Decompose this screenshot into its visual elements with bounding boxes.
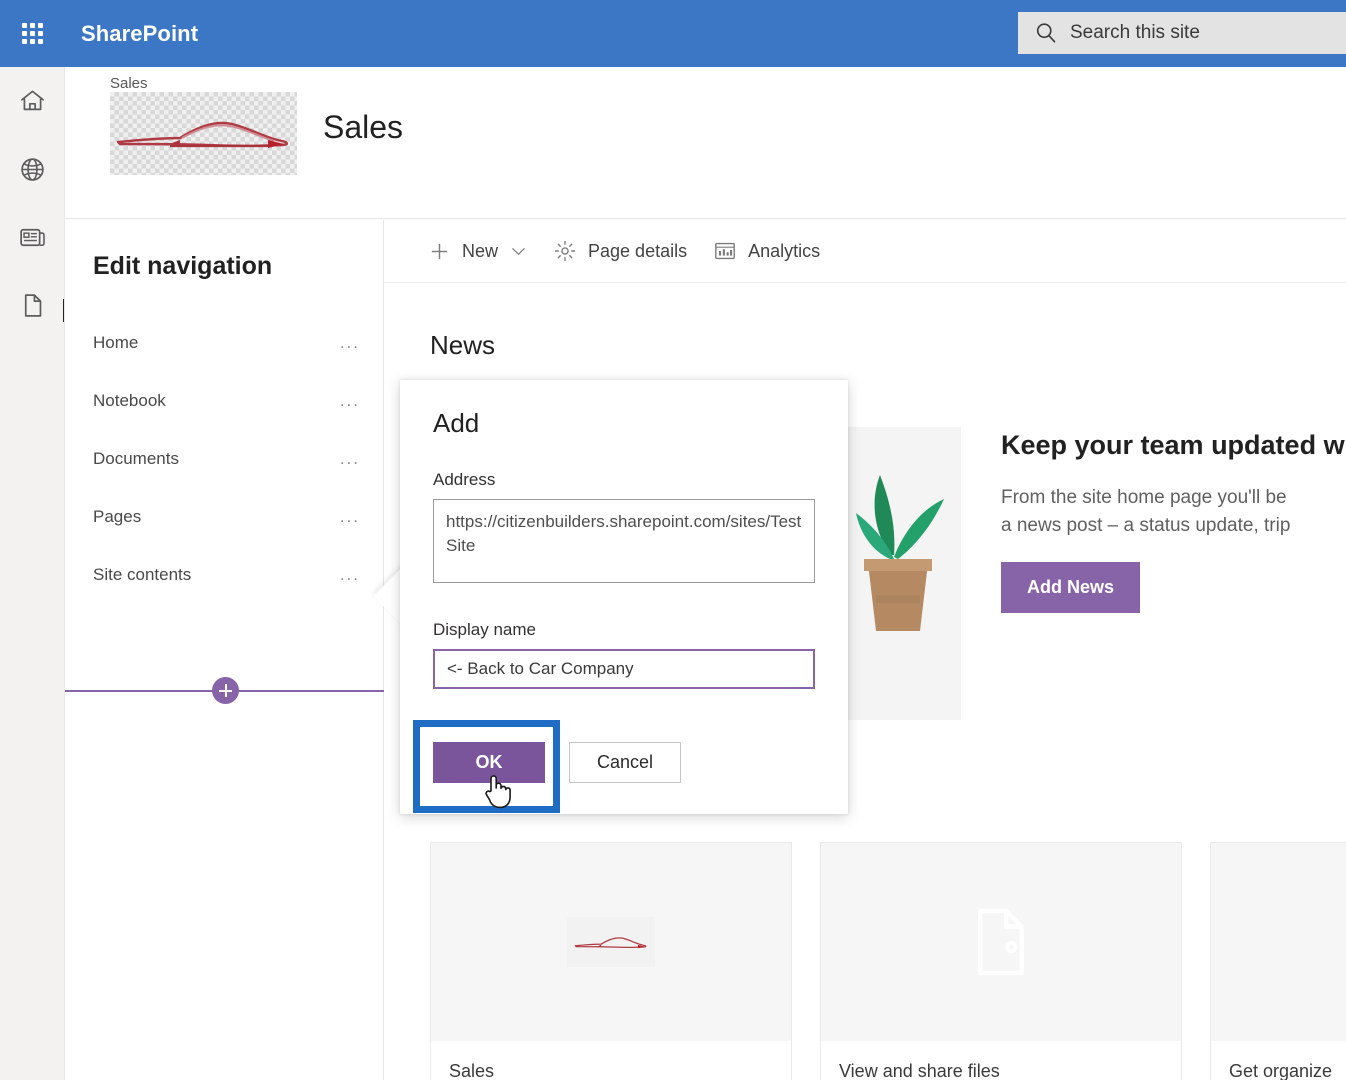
site-logo[interactable] — [110, 92, 297, 175]
plus-icon — [431, 243, 448, 259]
quick-link-card-organize[interactable]: Get organize — [1210, 842, 1346, 1080]
document-icon — [978, 908, 1024, 976]
waffle-grid-glyph — [21, 23, 43, 44]
nav-item-overflow-icon[interactable]: ... — [340, 449, 360, 469]
news-description: From the site home page you'll be a news… — [1001, 484, 1346, 540]
nav-item-label: Home — [93, 333, 139, 352]
search-input[interactable]: Search this site — [1018, 12, 1346, 54]
display-name-label: Display name — [433, 620, 536, 639]
waffle-icon[interactable] — [8, 10, 56, 58]
card-title: Get organize — [1229, 1061, 1333, 1080]
car-logo-icon — [116, 121, 289, 148]
add-link-dialog: Add Address Display name OK Cancel — [400, 380, 848, 814]
cancel-button[interactable]: Cancel — [569, 742, 681, 783]
suite-brand[interactable]: SharePoint — [81, 21, 198, 47]
globe-icon — [21, 157, 44, 181]
text-caret — [63, 299, 64, 322]
nav-item-label: Site contents — [93, 565, 192, 584]
add-news-button[interactable]: Add News — [1001, 562, 1141, 614]
gear-icon — [554, 240, 576, 262]
site-header: Sales Sales — [65, 67, 1346, 219]
site-logo-alt-text: Sales — [110, 75, 148, 92]
news-text-block: Keep your team updated w From the site h… — [1001, 427, 1346, 614]
sidebar-item-home[interactable]: Home ... — [65, 314, 384, 372]
navigation-list: Home ... Notebook ... Documents ... Page… — [65, 314, 384, 704]
address-input[interactable] — [433, 499, 815, 583]
rail-item-globe[interactable] — [0, 135, 65, 203]
analytics-button[interactable]: Analytics — [713, 229, 820, 273]
chevron-down-icon[interactable] — [510, 243, 527, 260]
document-icon — [24, 293, 42, 317]
new-button-label: New — [462, 240, 499, 261]
news-description-line-2: a news post – a status update, trip — [1001, 515, 1291, 537]
nav-item-overflow-icon[interactable]: ... — [340, 333, 360, 353]
rail-item-home[interactable] — [0, 67, 65, 135]
analytics-label: Analytics — [748, 240, 821, 261]
card-thumbnail — [821, 843, 1181, 1041]
sidebar-item-pages[interactable]: Pages ... — [65, 488, 384, 546]
page-details-label: Page details — [588, 240, 688, 261]
nav-item-overflow-icon[interactable]: ... — [340, 507, 360, 527]
news-icon — [20, 228, 45, 246]
quick-link-card-sales[interactable]: Sales — [430, 842, 792, 1080]
rail-item-news[interactable] — [0, 203, 65, 271]
sidebar-item-site-contents[interactable]: Site contents ... — [65, 546, 384, 604]
sidebar-item-documents[interactable]: Documents ... — [65, 430, 384, 488]
home-icon — [21, 90, 44, 110]
command-bar: New Page details Analytics — [384, 220, 1346, 283]
display-name-input[interactable] — [433, 649, 815, 689]
news-title: Keep your team updated w — [1001, 430, 1345, 460]
card-thumbnail — [1211, 843, 1346, 1041]
news-description-line-1: From the site home page you'll be — [1001, 487, 1287, 509]
nav-item-label: Pages — [93, 507, 142, 526]
card-thumb-image — [567, 917, 655, 967]
news-section-heading: News — [430, 330, 496, 360]
nav-item-label: Documents — [93, 449, 179, 468]
navigation-panel: Edit navigation Home ... Notebook ... Do… — [65, 220, 384, 1080]
analytics-chart-icon — [715, 242, 735, 260]
search-icon — [1036, 23, 1056, 43]
quick-link-card-files[interactable]: View and share files — [820, 842, 1182, 1080]
sidebar-item-notebook[interactable]: Notebook ... — [65, 372, 384, 430]
rail-item-document[interactable] — [0, 271, 65, 339]
search-placeholder: Search this site — [1070, 22, 1200, 43]
page-title[interactable]: Sales — [323, 109, 403, 146]
nav-item-overflow-icon[interactable]: ... — [340, 391, 360, 411]
nav-item-label: Notebook — [93, 391, 166, 410]
card-title: View and share files — [839, 1061, 1000, 1080]
new-button[interactable]: New — [428, 229, 527, 273]
display-name-field-group: Display name — [433, 620, 815, 689]
dialog-title: Add — [433, 408, 480, 438]
edit-navigation-heading[interactable]: Edit navigation — [93, 252, 272, 281]
left-rail — [0, 67, 65, 1080]
dialog-actions: OK Cancel — [433, 742, 681, 783]
address-field-group: Address — [433, 470, 815, 588]
suite-bar: SharePoint Search this site — [0, 0, 1346, 67]
address-label: Address — [433, 470, 496, 489]
car-logo-icon — [574, 937, 647, 949]
nav-item-overflow-icon[interactable]: ... — [340, 565, 360, 585]
card-thumbnail — [431, 843, 791, 1041]
page-details-button[interactable]: Page details — [553, 229, 687, 273]
plus-circle-icon[interactable] — [212, 677, 239, 704]
ok-button[interactable]: OK — [433, 742, 545, 783]
quick-links-row: Sales View and share files Get organize — [430, 842, 1346, 1080]
card-title: Sales — [449, 1061, 495, 1080]
